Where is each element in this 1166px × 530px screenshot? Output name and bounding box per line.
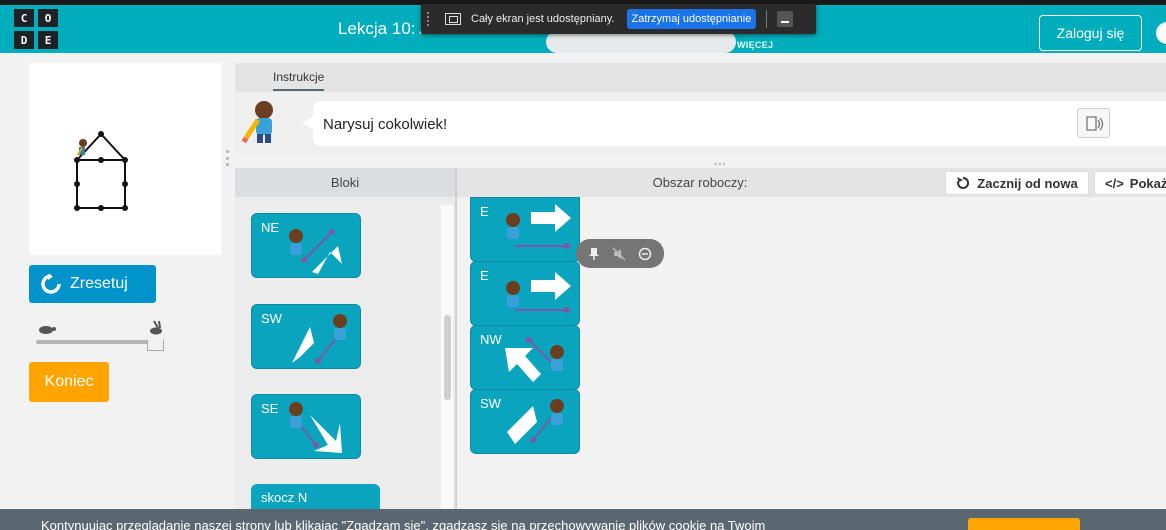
divider [766, 10, 768, 28]
toolbox-header: Bloki [235, 168, 455, 197]
reset-icon [40, 273, 62, 295]
speed-icons [39, 320, 162, 335]
level-progress[interactable] [546, 31, 736, 53]
resize-handle[interactable] [226, 150, 230, 166]
finish-button[interactable]: Koniec [29, 362, 109, 402]
toolbox-block-se[interactable]: SE [251, 394, 361, 459]
arrow-e-icon [506, 272, 571, 313]
turtle-icon [39, 326, 56, 334]
block-label: skocz N [261, 490, 308, 505]
code-org-logo[interactable]: C O D E [14, 9, 60, 51]
more-link[interactable]: WIĘCEJ [737, 40, 773, 50]
program-block-e[interactable]: E [470, 261, 580, 326]
minimize-button[interactable] [777, 11, 794, 27]
text-to-speech-button[interactable] [1077, 108, 1110, 138]
arrow-ne-icon [289, 229, 342, 274]
pin-icon[interactable] [588, 247, 600, 261]
reset-label: Zresetuj [70, 275, 128, 292]
logo-letter: O [38, 9, 58, 27]
login-button[interactable]: Zaloguj się [1039, 15, 1142, 51]
drawing-canvas [29, 63, 221, 255]
restart-icon [957, 176, 970, 189]
reset-button[interactable]: Zresetuj [29, 265, 156, 303]
program-block-sw[interactable]: SW [470, 389, 580, 454]
workspace-header-label: Obszar roboczy: [652, 175, 748, 190]
logo-letter: D [14, 31, 34, 49]
start-over-button[interactable]: Zacznij od nowa [945, 171, 1089, 195]
house-drawing [74, 131, 128, 211]
show-code-button[interactable]: </> Pokaż [1094, 171, 1166, 195]
instructions-tab-bar: Instrukcje [235, 63, 1166, 92]
mute-icon[interactable] [612, 246, 626, 261]
screen-share-icon [445, 13, 461, 25]
lesson-title: Lekcja 10: A [338, 19, 431, 38]
arrow-nw-icon [505, 337, 564, 382]
program-block-nw[interactable]: NW [470, 325, 580, 390]
speaker-icon [1086, 116, 1104, 131]
cookie-text: Kontynuując przeglądanie naszej strony l… [41, 518, 766, 530]
arrow-se-icon [289, 402, 342, 453]
artist-avatar [240, 98, 282, 146]
tab-instructions[interactable]: Instrukcje [273, 70, 325, 91]
toolbox-block-ne[interactable]: NE [251, 213, 361, 278]
program-block-e[interactable]: E [470, 197, 580, 262]
screen-share-bar: Cały ekran jest udostępniany. Zatrzymaj … [421, 4, 816, 34]
share-status-text: Cały ekran jest udostępniany. [471, 13, 615, 25]
panel-divider [455, 168, 457, 530]
logo-letter: C [14, 9, 34, 27]
remove-icon[interactable] [638, 247, 652, 261]
arrow-sw-icon [507, 399, 564, 444]
code-icon: </> [1105, 175, 1124, 191]
cookie-accept-button[interactable] [968, 518, 1080, 530]
speed-slider-track[interactable] [36, 340, 156, 344]
artist-sprite-icon [77, 139, 87, 156]
toolbox-scrollbar-thumb[interactable] [444, 315, 451, 400]
rabbit-icon [150, 320, 162, 335]
menu-icon[interactable] [1156, 22, 1166, 44]
start-over-label: Zacznij od nowa [977, 175, 1078, 191]
logo-letter: E [38, 31, 58, 49]
show-code-label: Pokaż [1129, 175, 1166, 191]
drag-handle-icon[interactable] [427, 12, 431, 26]
arrow-e-icon [506, 204, 571, 249]
toolbox-block-sw[interactable]: SW [251, 304, 361, 369]
instruction-text: Narysuj cokolwiek! [323, 116, 448, 133]
stop-sharing-button[interactable]: Zatrzymaj udostępnianie [626, 9, 757, 29]
arrow-sw-icon [292, 314, 347, 364]
block-context-toolbar [576, 239, 664, 268]
